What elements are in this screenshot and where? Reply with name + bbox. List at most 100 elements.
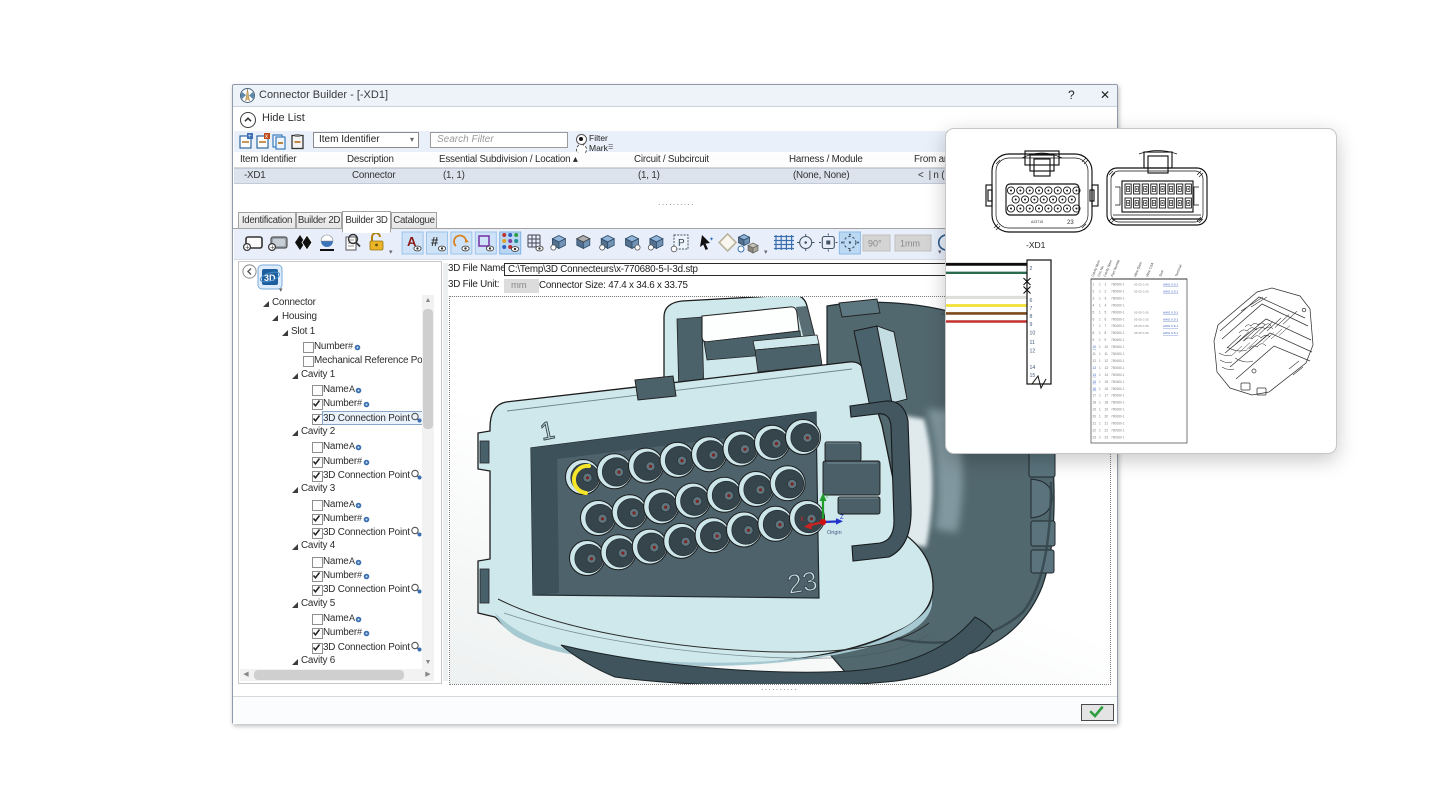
svg-text:A: A [349, 613, 355, 623]
svg-text:780680-1: 780680-1 [1111, 345, 1125, 349]
svg-text:8: 8 [1030, 314, 1033, 320]
svg-text:23: 23 [1105, 435, 1109, 439]
svg-text:19: 19 [1093, 408, 1097, 412]
svg-text:2: 2 [1105, 289, 1107, 293]
svg-text:780680-1: 780680-1 [1111, 324, 1125, 328]
svg-text:15: 15 [1093, 380, 1097, 384]
svg-text:4: 4 [1093, 303, 1095, 307]
svg-text:1: 1 [1099, 394, 1101, 398]
svg-text:05 05 0.35: 05 05 0.35 [1134, 324, 1149, 328]
svg-text:#: # [348, 341, 353, 351]
svg-text:A: A [349, 556, 355, 566]
svg-text:AWG 0.5-1: AWG 0.5-1 [1163, 283, 1178, 287]
svg-text:1: 1 [1099, 352, 1101, 356]
svg-text:1: 1 [1099, 296, 1101, 300]
svg-text:2: 2 [1030, 266, 1033, 272]
svg-text:#: # [431, 234, 439, 249]
svg-text:1: 1 [1099, 338, 1101, 342]
svg-text:05 05 0.35: 05 05 0.35 [1134, 317, 1149, 321]
svg-text:+: + [270, 245, 274, 252]
svg-text:780680-1: 780680-1 [1111, 303, 1125, 307]
svg-text:780680-1: 780680-1 [1111, 352, 1125, 356]
svg-text:5: 5 [1105, 310, 1107, 314]
svg-text:6: 6 [1030, 298, 1033, 304]
svg-text:05 05 0.35: 05 05 0.35 [1134, 283, 1149, 287]
svg-text:▾: ▾ [389, 249, 393, 256]
svg-text:A: A [349, 441, 355, 451]
svg-text:A23715: A23715 [1031, 220, 1043, 224]
svg-text:21: 21 [1105, 422, 1109, 426]
svg-text:1: 1 [1099, 366, 1101, 370]
svg-text:9: 9 [1030, 322, 1033, 328]
svg-text:13: 13 [1105, 366, 1109, 370]
svg-text:22: 22 [1105, 428, 1109, 432]
svg-text:8: 8 [1093, 331, 1095, 335]
svg-text:19: 19 [1105, 408, 1109, 412]
svg-text:1: 1 [1099, 317, 1101, 321]
svg-text:780680-1: 780680-1 [1111, 359, 1125, 363]
svg-text:P: P [678, 238, 685, 249]
svg-text:Y: Y [825, 494, 829, 500]
svg-text:11: 11 [1093, 352, 1097, 356]
svg-text:+: + [248, 134, 252, 140]
svg-text:AWG 0.5-1: AWG 0.5-1 [1163, 324, 1178, 328]
svg-text:+: + [245, 245, 249, 252]
svg-text:23: 23 [1067, 220, 1074, 226]
svg-text:1: 1 [1099, 428, 1101, 432]
svg-text:16: 16 [1093, 387, 1097, 391]
svg-text:05 05 0.35: 05 05 0.35 [1134, 310, 1149, 314]
svg-text:1: 1 [1099, 324, 1101, 328]
svg-text:12: 12 [1093, 359, 1097, 363]
svg-text:-XD1: -XD1 [1026, 240, 1046, 250]
svg-text:1: 1 [1099, 435, 1101, 439]
svg-text:AWG 0.5-1: AWG 0.5-1 [1163, 331, 1178, 335]
svg-text:AWG 0.5-1: AWG 0.5-1 [1163, 310, 1178, 314]
svg-text:12: 12 [1105, 359, 1109, 363]
svg-text:X: X [800, 517, 804, 523]
svg-text:Z: Z [840, 515, 844, 521]
svg-text:780680-1: 780680-1 [1111, 331, 1125, 335]
svg-text:1: 1 [1099, 415, 1101, 419]
svg-text:1: 1 [1099, 345, 1101, 349]
svg-text:780680-1: 780680-1 [1111, 422, 1125, 426]
svg-text:Origin: Origin [827, 530, 842, 536]
svg-text:21: 21 [1093, 422, 1097, 426]
svg-text:7: 7 [1093, 324, 1095, 328]
svg-text:780680-1: 780680-1 [1111, 380, 1125, 384]
svg-text:1: 1 [1099, 303, 1101, 307]
svg-text:1: 1 [1093, 283, 1095, 287]
svg-text:Wire Diam: Wire Diam [1133, 261, 1143, 277]
svg-text:780680-1: 780680-1 [1111, 428, 1125, 432]
svg-text:1: 1 [1099, 289, 1101, 293]
svg-text:2: 2 [1093, 289, 1095, 293]
svg-text:1: 1 [1099, 380, 1101, 384]
svg-text:Wire CSA: Wire CSA [1145, 261, 1155, 277]
svg-text:7: 7 [1105, 324, 1107, 328]
svg-text:780680-1: 780680-1 [1111, 366, 1125, 370]
svg-text:1: 1 [1099, 283, 1101, 287]
svg-text:780680-1: 780680-1 [1111, 289, 1125, 293]
svg-text:1: 1 [1099, 387, 1101, 391]
svg-text:20: 20 [1105, 415, 1109, 419]
svg-text:1: 1 [1099, 401, 1101, 405]
svg-text:1: 1 [1099, 310, 1101, 314]
svg-text:780680-1: 780680-1 [1111, 387, 1125, 391]
svg-text:11: 11 [1030, 340, 1035, 346]
svg-text:20: 20 [1093, 415, 1097, 419]
svg-text:05 05 0.35: 05 05 0.35 [1134, 289, 1149, 293]
svg-text:▾: ▾ [764, 249, 768, 256]
svg-text:3: 3 [1093, 296, 1095, 300]
svg-text:780680-1: 780680-1 [1111, 338, 1125, 342]
svg-text:14: 14 [1093, 373, 1097, 377]
svg-text:7: 7 [1030, 306, 1033, 312]
svg-text:#: # [357, 513, 362, 523]
svg-text:23: 23 [1093, 435, 1097, 439]
svg-text:3: 3 [1105, 296, 1107, 300]
svg-text:#: # [357, 398, 362, 408]
svg-text:23: 23 [785, 566, 819, 600]
svg-text:4: 4 [1105, 303, 1107, 307]
svg-text:A: A [349, 499, 355, 509]
svg-text:1: 1 [1099, 422, 1101, 426]
svg-text:22: 22 [1093, 428, 1097, 432]
svg-text:17: 17 [1105, 394, 1109, 398]
